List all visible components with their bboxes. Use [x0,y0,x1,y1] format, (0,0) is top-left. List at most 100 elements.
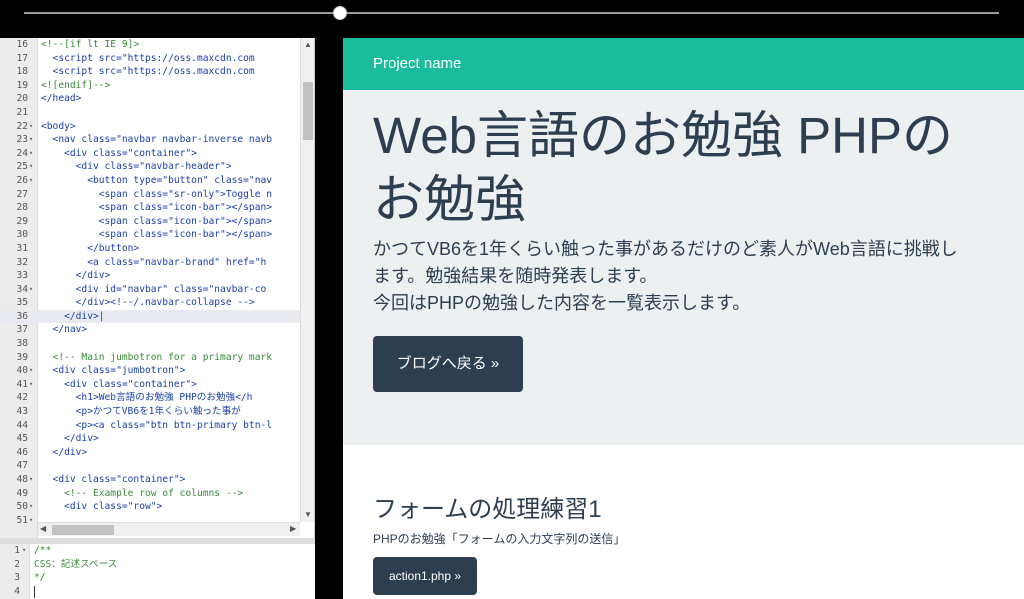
code-line[interactable]: 33 </div> [0,269,300,283]
code-line[interactable]: 44 <p><a class="btn btn-primary btn-l [0,419,300,433]
action1-button[interactable]: action1.php » [373,557,477,595]
line-number: 16 [16,39,28,50]
code-line[interactable]: 43 <p>かつてVB6を1年くらい触った事が [0,405,300,419]
code-line[interactable]: 37 </nav> [0,323,300,337]
code-line[interactable]: 42 <h1>Web言語のお勉強 PHPのお勉強</h [0,391,300,405]
code-line[interactable]: 29 <span class="icon-bar"></span> [0,215,300,229]
fold-arrow-icon[interactable]: ▾ [29,147,33,161]
code-text: <script src="https://oss.maxcdn.com [41,66,255,78]
fold-arrow-icon[interactable]: ▾ [29,120,33,134]
fold-arrow-icon[interactable]: ▾ [29,174,33,188]
code-text: <div class="navbar-header"> [41,161,232,173]
fold-arrow-icon[interactable]: ▾ [29,160,33,174]
code-line[interactable]: 3 */ [0,571,300,585]
code-text: </div> [41,446,88,458]
code-text: */ [34,572,46,584]
code-text: </head> [41,93,82,105]
code-line[interactable]: 16 <!--[if lt IE 9]> [0,38,300,52]
code-line[interactable]: 24 ▾ <div class="container"> [0,147,300,161]
code-text: <div class="jumbotron"> [41,365,186,377]
vertical-scrollbar[interactable]: ▲ ▼ [300,38,314,522]
code-line[interactable]: 20 </head> [0,92,300,106]
code-line[interactable]: 48 ▾ <div class="container"> [0,473,300,487]
timeline-slider[interactable] [24,12,999,14]
code-line[interactable]: 38 [0,337,300,351]
code-line[interactable]: 32 <a class="navbar-brand" href="h [0,256,300,270]
code-line[interactable]: 18 <script src="https://oss.maxcdn.com [0,65,300,79]
code-lines[interactable]: 16 <!--[if lt IE 9]> 17 <script src="https… [0,38,300,527]
fold-arrow-icon[interactable]: ▾ [29,133,33,147]
section-title: フォームの処理練習1 [373,496,602,523]
fold-arrow-icon[interactable]: ▾ [29,364,33,378]
line-number: 45 [16,433,28,445]
code-line[interactable]: 2 CSS：記述スペース [0,558,300,572]
code-line[interactable]: 50 ▾ <div class="row"> [0,500,300,514]
fold-arrow-icon[interactable]: ▾ [29,500,33,514]
code-line[interactable]: 23 ▾ <nav class="navbar navbar-inverse na… [0,133,300,147]
code-line[interactable]: 49 <!-- Example row of columns --> [0,487,300,501]
code-line[interactable]: 34 ▾ <div id="navbar" class="navbar-co [0,283,300,297]
line-number: 29 [16,215,28,227]
vertical-scrollbar-thumb[interactable] [303,82,313,140]
scroll-left-icon[interactable]: ◀ [40,524,46,533]
line-number: 43 [16,406,28,418]
fold-arrow-icon[interactable]: ▾ [29,473,33,487]
scroll-right-icon[interactable]: ▶ [290,524,296,533]
fold-arrow-icon[interactable]: ▾ [29,514,33,528]
line-number: 39 [16,351,28,363]
back-to-blog-button[interactable]: ブログへ戻る » [373,336,523,392]
code-line[interactable]: 19 <![endif]--> [0,79,300,93]
code-line[interactable]: 26 ▾ <button type="button" class="nav [0,174,300,188]
code-line[interactable]: 39 <!-- Main jumbotron for a primary mar… [0,351,300,365]
horizontal-scrollbar[interactable]: ◀ ▶ [38,522,300,536]
page-title: Web言語のお勉強 PHPのお勉強 [373,107,953,228]
code-line[interactable]: 28 <span class="icon-bar"></span> [0,201,300,215]
line-number: 24 [16,147,28,159]
code-text: </div> [41,270,111,282]
timeline-slider-thumb[interactable] [333,6,347,20]
navbar-brand[interactable]: Project name [373,55,461,72]
code-line[interactable]: 31 </button> [0,242,300,256]
code-line[interactable]: 1 ▾ /** [0,544,300,558]
code-text: <!-- Example row of columns --> [41,487,244,499]
line-number: 31 [16,242,28,254]
code-line[interactable]: 35 </div><!--/.navbar-collapse --> [0,296,300,310]
code-line[interactable]: 36 </div>| [0,309,300,324]
line-number: 4 [14,585,20,597]
code-line[interactable]: 46 </div> [0,446,300,460]
code-text: <div id="navbar" class="navbar-co [41,283,267,295]
horizontal-scrollbar-thumb[interactable] [52,525,114,535]
code-line[interactable]: 27 <span class="sr-only">Toggle n [0,188,300,202]
line-number: 1 [14,545,20,556]
code-line[interactable]: 40 ▾ <div class="jumbotron"> [0,364,300,378]
scroll-down-icon[interactable]: ▼ [301,510,314,519]
html-code-editor[interactable]: 16 <!--[if lt IE 9]> 17 <script src="https… [0,38,315,538]
preview-pane: Project name Web言語のお勉強 PHPのお勉強 かつてVB6を1年… [343,38,1024,599]
code-line[interactable]: 47 [0,459,300,473]
code-line[interactable]: 21 [0,106,300,120]
code-line[interactable]: 45 </div> [0,432,300,446]
code-line[interactable]: 17 <script src="https://oss.maxcdn.com [0,52,300,66]
navbar: Project name [343,38,1024,90]
code-text: <a class="navbar-brand" href="h [41,256,267,268]
line-number: 51 [16,514,28,526]
code-text: <span class="sr-only">Toggle n [41,188,273,200]
css-code-editor[interactable]: 1 ▾ /** 2 CSS：記述スペース 3 */ 4 [0,544,315,599]
code-line[interactable]: 30 <span class="icon-bar"></span> [0,228,300,242]
jumbotron: Web言語のお勉強 PHPのお勉強 かつてVB6を1年くらい触った事があるだけの… [343,90,1024,445]
line-number: 49 [16,487,28,499]
css-code-lines[interactable]: 1 ▾ /** 2 CSS：記述スペース 3 */ 4 [0,544,300,598]
code-text: <script src="https://oss.maxcdn.com [41,52,255,64]
code-line[interactable]: 4 [0,585,300,599]
code-text: </button> [41,242,140,254]
code-line[interactable]: 25 ▾ <div class="navbar-header"> [0,160,300,174]
line-number: 27 [16,188,28,200]
line-number: 26 [16,174,28,186]
code-line[interactable]: 22 ▾ <body> [0,120,300,134]
fold-arrow-icon[interactable]: ▾ [22,544,26,558]
fold-arrow-icon[interactable]: ▾ [29,378,33,392]
scroll-up-icon[interactable]: ▲ [301,40,314,49]
fold-arrow-icon[interactable]: ▾ [29,283,33,297]
code-line[interactable]: 41 ▾ <div class="container"> [0,378,300,392]
line-number: 21 [16,106,28,118]
